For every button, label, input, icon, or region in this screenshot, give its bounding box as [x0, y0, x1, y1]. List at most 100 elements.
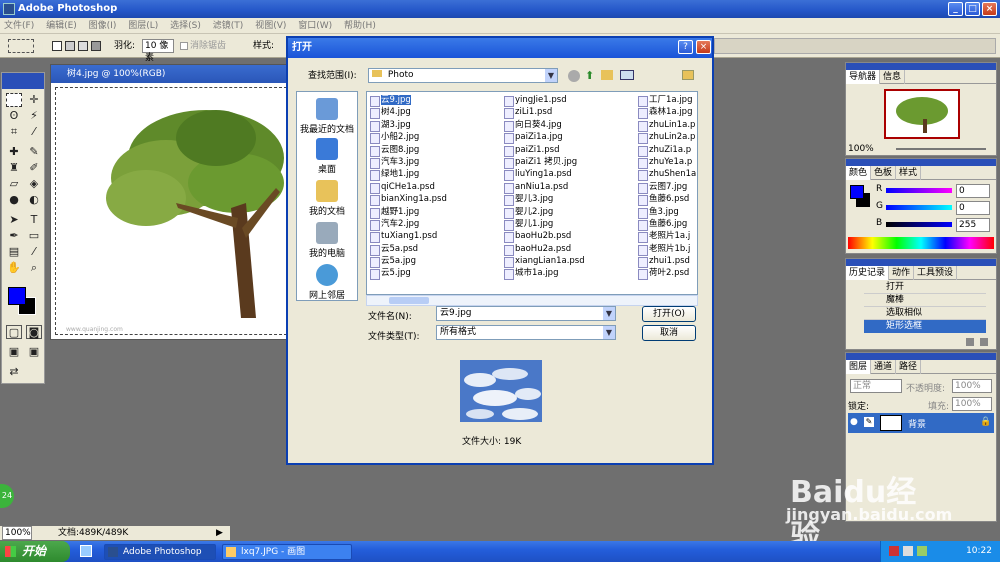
file-item[interactable]: zhuLin2a.p — [637, 131, 697, 145]
hand-icon[interactable]: ✋ — [6, 261, 22, 275]
navigator-zoom-value[interactable]: 100% — [848, 144, 874, 154]
navigator-zoom-slider[interactable] — [896, 148, 986, 150]
file-item[interactable]: 越野1.jpg — [369, 206, 493, 219]
file-item[interactable]: 老照片1a.j — [637, 230, 697, 244]
place-network[interactable]: 网上邻居 — [297, 264, 357, 301]
shape-icon[interactable]: ▭ — [26, 229, 42, 243]
antialias-checkbox[interactable] — [180, 42, 188, 50]
file-item[interactable]: 鱼藤6.jpg — [637, 218, 697, 232]
scrollbar-thumb[interactable] — [389, 297, 429, 304]
file-item[interactable]: liuYing1a.psd — [503, 168, 627, 182]
maximize-button[interactable]: □ — [965, 2, 980, 16]
file-item[interactable]: 向日葵4.jpg — [503, 119, 627, 133]
tray-icon[interactable] — [889, 546, 899, 556]
history-item[interactable]: 打开 — [864, 281, 986, 294]
close-button[interactable]: × — [982, 2, 997, 16]
red-slider[interactable] — [886, 188, 952, 193]
file-item[interactable]: 云5.jpg — [369, 267, 493, 281]
healing-brush-icon[interactable]: ✚ — [6, 145, 22, 159]
file-item[interactable]: 汽车2.jpg — [369, 218, 493, 232]
zoom-input[interactable]: 100% — [2, 526, 32, 540]
lookin-combo[interactable]: Photo ▼ — [368, 68, 558, 83]
place-documents[interactable]: 我的文档 — [297, 180, 357, 217]
menu-edit[interactable]: 编辑(E) — [46, 21, 77, 31]
green-input[interactable]: 0 — [956, 201, 990, 215]
file-item[interactable]: 小船2.jpg — [369, 131, 493, 145]
new-snapshot-icon[interactable] — [966, 338, 974, 346]
red-input[interactable]: 0 — [956, 184, 990, 198]
tab-color[interactable]: 颜色 — [846, 166, 872, 180]
file-item[interactable]: 湖3.jpg — [369, 119, 493, 133]
menu-help[interactable]: 帮助(H) — [344, 21, 376, 31]
volume-icon[interactable] — [903, 546, 913, 556]
opacity-input[interactable]: 100% — [952, 379, 992, 393]
tab-layers[interactable]: 图层 — [846, 360, 872, 374]
file-item[interactable]: 婴儿1.jpg — [503, 218, 627, 232]
paint-bucket-icon[interactable]: ◈ — [26, 177, 42, 191]
eye-icon[interactable]: ● — [850, 417, 858, 427]
add-selection-icon[interactable] — [65, 41, 75, 51]
network-icon[interactable] — [917, 546, 927, 556]
file-item[interactable]: zhuZi1a.p — [637, 144, 697, 157]
quickmask-mode-icon[interactable]: ◙ — [26, 325, 42, 339]
tab-tool-presets[interactable]: 工具预设 — [914, 266, 958, 280]
green-slider[interactable] — [886, 205, 952, 210]
marquee-tool-preset-icon[interactable] — [8, 39, 34, 53]
file-item[interactable]: anNiu1a.psd — [503, 181, 627, 195]
file-item[interactable]: 云图7.jpg — [637, 181, 697, 195]
file-item[interactable]: bianXing1a.psd — [369, 193, 493, 207]
file-item[interactable]: tuXiang1.psd — [369, 230, 493, 244]
file-item[interactable]: 汽车3.jpg — [369, 156, 493, 170]
dialog-close-button[interactable]: × — [696, 40, 711, 54]
place-recent[interactable]: 我最近的文档 — [297, 98, 357, 135]
zoom-icon[interactable]: ⌕ — [26, 261, 42, 275]
file-item[interactable]: 老照片1b.j — [637, 243, 697, 257]
brush-icon[interactable]: ✎ — [26, 145, 42, 159]
file-item[interactable]: 荷叶2.psd — [637, 267, 697, 281]
file-item[interactable]: zhuYe1a.p — [637, 156, 697, 170]
horizontal-scrollbar[interactable] — [366, 295, 698, 306]
trash-icon[interactable] — [980, 338, 988, 346]
file-item[interactable]: baoHu2b.psd — [503, 230, 627, 244]
place-desktop[interactable]: 桌面 — [297, 138, 357, 175]
filetype-combo[interactable]: 所有格式 ▼ — [436, 325, 616, 340]
start-button[interactable]: 开始 — [0, 541, 70, 562]
show-desktop-icon[interactable] — [80, 545, 92, 557]
file-item[interactable]: 鱼藤6.psd — [637, 193, 697, 207]
screen-mode-2-icon[interactable]: ▣ — [26, 345, 42, 359]
file-item[interactable]: 绿地1.jpg — [369, 168, 493, 182]
file-item[interactable]: 鱼3.jpg — [637, 206, 697, 219]
tab-info[interactable]: 信息 — [880, 70, 906, 84]
blend-mode-select[interactable]: 正常 — [850, 379, 902, 393]
history-brush-icon[interactable]: ✐ — [26, 161, 42, 175]
menu-filter[interactable]: 滤镜(T) — [213, 21, 244, 31]
crop-icon[interactable]: ⌗ — [6, 125, 22, 139]
move-icon[interactable]: ✛ — [26, 93, 42, 107]
folder-shortcut-icon[interactable] — [682, 70, 694, 80]
minimize-button[interactable]: _ — [948, 2, 963, 16]
new-selection-icon[interactable] — [52, 41, 62, 51]
eyedropper-icon[interactable]: ⁄ — [26, 245, 42, 259]
menu-select[interactable]: 选择(S) — [170, 21, 201, 31]
tab-navigator[interactable]: 导航器 — [846, 70, 881, 84]
filename-combo[interactable]: 云9.jpg ▼ — [436, 306, 616, 321]
file-item[interactable]: zhuShen1a. — [637, 168, 697, 182]
menu-view[interactable]: 视图(V) — [255, 21, 286, 31]
task-paint[interactable]: lxq7.JPG - 画图 — [222, 544, 352, 560]
navigator-thumbnail[interactable] — [884, 89, 960, 139]
file-item[interactable]: 婴儿2.jpg — [503, 206, 627, 219]
file-item[interactable]: 树4.jpg — [369, 106, 493, 120]
path-select-icon[interactable]: ➤ — [6, 213, 22, 227]
clone-stamp-icon[interactable]: ♜ — [6, 161, 22, 175]
notes-icon[interactable]: ▤ — [6, 245, 22, 259]
file-item[interactable]: qiCHe1a.psd — [369, 181, 493, 195]
blur-icon[interactable]: ● — [6, 193, 22, 207]
file-item[interactable]: yingJie1.psd — [503, 94, 627, 108]
file-item[interactable]: 森林1a.jpg — [637, 106, 697, 120]
dodge-icon[interactable]: ◐ — [26, 193, 42, 207]
menu-image[interactable]: 图像(I) — [89, 21, 117, 31]
intersect-selection-icon[interactable] — [91, 41, 101, 51]
color-spectrum-ramp[interactable] — [848, 237, 994, 249]
history-item-selected[interactable]: 矩形选框 — [864, 320, 986, 333]
image-canvas[interactable]: www.quanjing.com — [55, 87, 287, 335]
